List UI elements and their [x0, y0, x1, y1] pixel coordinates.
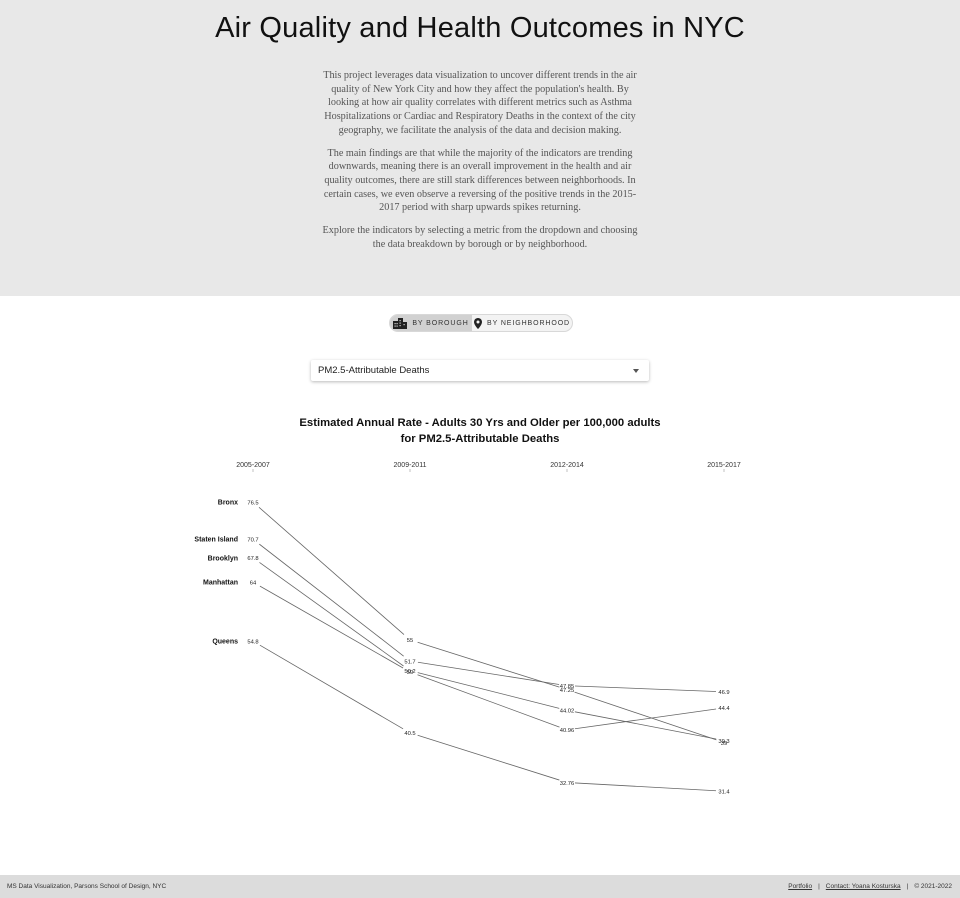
- data-label: 46.9: [718, 690, 729, 696]
- series-line-segment: [417, 672, 560, 709]
- x-tick-label: 2012-2014: [550, 462, 584, 469]
- by-borough-label: BY BOROUGH: [412, 319, 469, 327]
- hero-section: Air Quality and Health Outcomes in NYC T…: [0, 0, 960, 296]
- series-line-segment: [417, 734, 560, 781]
- data-label: 44.4: [718, 706, 730, 712]
- breakdown-toggle: BY BOROUGH BY NEIGHBORHOOD: [389, 314, 573, 332]
- intro-paragraph: The main findings are that while the maj…: [323, 147, 637, 214]
- city-buildings-icon: [393, 317, 408, 329]
- series-line-segment: [259, 644, 404, 730]
- intro-text: This project leverages data visualizatio…: [318, 69, 642, 260]
- data-label: 67.8: [247, 556, 258, 562]
- portfolio-link[interactable]: Portfolio: [788, 883, 812, 890]
- page-title: Air Quality and Health Outcomes in NYC: [215, 12, 745, 44]
- intro-paragraph: This project leverages data visualizatio…: [323, 70, 637, 136]
- data-label: 39.3: [718, 739, 729, 745]
- data-label: 50: [407, 670, 413, 676]
- data-label: 64: [250, 580, 257, 586]
- copyright-text: © 2021-2022: [914, 883, 952, 890]
- footer-links: Portfolio | Contact: Yoana Kosturska | ©…: [788, 883, 952, 890]
- series-line-segment: [574, 685, 717, 692]
- series-name-label: Staten Island: [194, 537, 238, 544]
- by-borough-button[interactable]: BY BOROUGH: [390, 315, 472, 331]
- by-neighborhood-button[interactable]: BY NEIGHBORHOOD: [472, 315, 572, 331]
- series-line-segment: [417, 661, 560, 685]
- series-line-segment: [417, 674, 560, 728]
- data-label: 54.8: [247, 639, 258, 645]
- data-label: 44.02: [560, 709, 575, 715]
- series-line-segment: [574, 782, 717, 792]
- data-label: 70.7: [247, 538, 258, 544]
- series-line-segment: [417, 641, 560, 688]
- map-pin-icon: [474, 317, 482, 329]
- intro-paragraph: Explore the indicators by selecting a me…: [322, 225, 638, 250]
- series-name-label: Queens: [212, 639, 238, 646]
- footer-separator: |: [906, 883, 909, 890]
- footer-separator: |: [818, 883, 820, 890]
- series-name-label: Manhattan: [203, 580, 238, 587]
- series-name-label: Brooklyn: [208, 555, 238, 562]
- data-label: 76.5: [247, 500, 258, 506]
- series-line-segment: [259, 585, 404, 669]
- x-tick-label: 2015-2017: [707, 462, 741, 469]
- data-label: 40.5: [404, 731, 415, 737]
- data-label: 31.4: [718, 790, 730, 796]
- metric-select-value: PM2.5-Attributable Deaths: [318, 365, 430, 376]
- data-label: 40.96: [560, 728, 575, 734]
- contact-link[interactable]: Contact: Yoana Kosturska: [826, 883, 901, 890]
- x-tick-label: 2009-2011: [394, 462, 427, 469]
- chart-title: Estimated Annual Rate - Adults 30 Yrs an…: [280, 415, 680, 447]
- footer-credit: MS Data Visualization, Parsons School of…: [7, 883, 167, 890]
- data-label: 32.76: [560, 781, 575, 787]
- series-line-segment: [259, 543, 404, 657]
- chart-title-line: Estimated Annual Rate - Adults 30 Yrs an…: [299, 417, 661, 429]
- slope-chart: 2005-2007 2009-2011 2012-2014 2015-2017 76.5…: [194, 462, 741, 796]
- data-label: 47.85: [560, 684, 575, 690]
- footer: MS Data Visualization, Parsons School of…: [0, 875, 960, 898]
- data-label: 51.7: [404, 659, 415, 665]
- x-tick-label: 2005-2007: [236, 462, 270, 469]
- chart-title-line: for PM2.5-Attributable Deaths: [400, 433, 560, 445]
- series-line-segment: [258, 507, 405, 635]
- series-line-segment: [259, 562, 404, 667]
- metric-select[interactable]: PM2.5-Attributable Deaths: [311, 360, 649, 381]
- chevron-down-icon: [633, 369, 639, 373]
- data-label: 55: [407, 638, 413, 644]
- series-name-label: Bronx: [218, 500, 238, 507]
- by-neighborhood-label: BY NEIGHBORHOOD: [487, 319, 570, 327]
